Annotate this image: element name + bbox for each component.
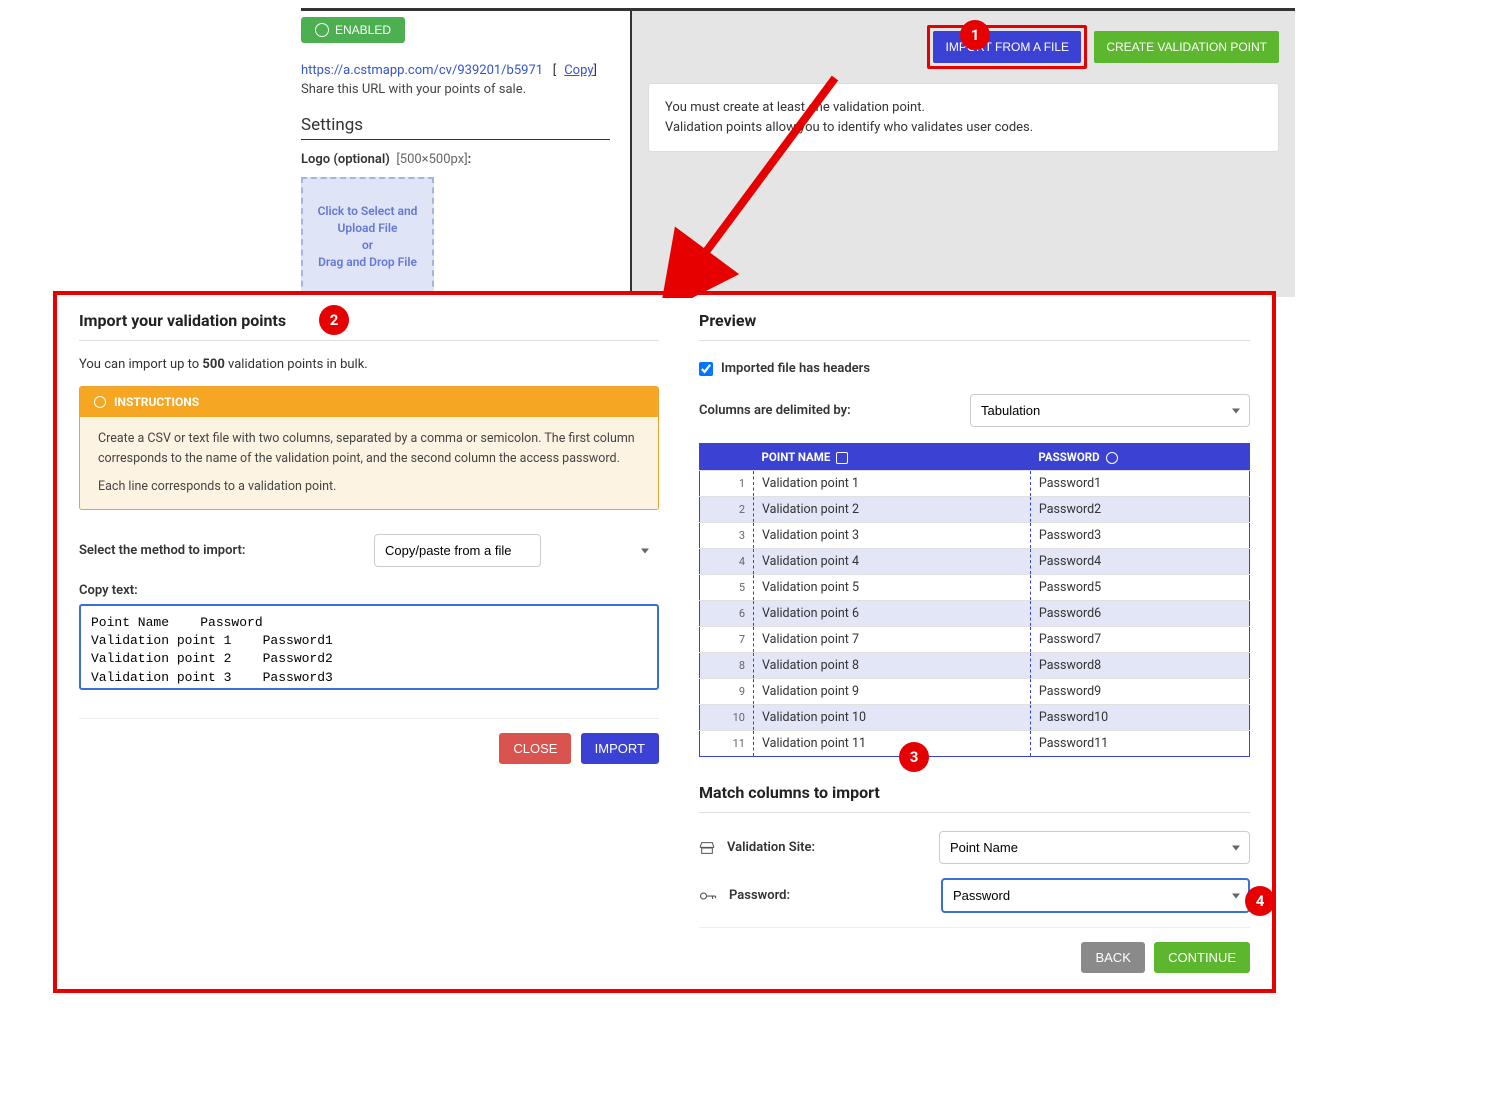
import-textarea[interactable] <box>79 604 659 690</box>
validation-site-label: Validation Site: <box>727 840 927 855</box>
step-badge-3: 3 <box>899 742 929 772</box>
logo-label: Logo (optional) [500×500px]: <box>301 152 610 167</box>
import-title: Import your validation points <box>79 311 659 341</box>
bulb-icon <box>94 396 106 408</box>
headers-label: Imported file has headers <box>721 361 870 376</box>
preview-title: Preview <box>699 311 1250 341</box>
bulk-text: You can import up to 500 validation poin… <box>79 357 659 372</box>
shop-icon <box>699 841 715 855</box>
share-url[interactable]: https://a.cstmapp.com/cv/939201/b5971 <box>301 63 543 78</box>
copy-text-label: Copy text: <box>79 583 659 598</box>
continue-button[interactable]: CONTINUE <box>1154 942 1250 973</box>
table-row: 3Validation point 3Password3 <box>700 523 1250 549</box>
table-row: 10Validation point 10Password10 <box>700 705 1250 731</box>
table-row: 5Validation point 5Password5 <box>700 575 1250 601</box>
import-modal: Import your validation points You can im… <box>53 291 1276 993</box>
settings-heading: Settings <box>301 115 610 140</box>
method-label: Select the method to import: <box>79 543 245 558</box>
copy-url-link[interactable]: Copy <box>564 63 593 78</box>
password-select[interactable]: Password <box>941 878 1250 913</box>
step-badge-1: 1 <box>960 20 990 50</box>
instructions-heading: INSTRUCTIONS <box>114 395 199 409</box>
share-hint: Share this URL with your points of sale. <box>301 82 610 97</box>
table-row: 2Validation point 2Password2 <box>700 497 1250 523</box>
close-button[interactable]: CLOSE <box>499 733 571 764</box>
dropzone-text: Click to Select and Upload File or Drag … <box>313 203 422 270</box>
logo-dropzone[interactable]: Click to Select and Upload File or Drag … <box>301 177 434 297</box>
col-point-name: POINT NAME <box>754 444 1031 471</box>
import-button[interactable]: IMPORT <box>581 733 659 764</box>
eye-icon <box>315 23 329 37</box>
table-row: 7Validation point 7Password7 <box>700 627 1250 653</box>
back-button[interactable]: BACK <box>1081 942 1144 973</box>
table-row: 1Validation point 1Password1 <box>700 471 1250 497</box>
delimiter-select[interactable]: Tabulation <box>970 394 1250 427</box>
match-title: Match columns to import <box>699 783 1250 813</box>
key-icon <box>699 889 717 903</box>
create-validation-point-button[interactable]: CREATE VALIDATION POINT <box>1094 31 1279 63</box>
import-from-file-button[interactable]: IMPORT FROM A FILE <box>933 31 1081 63</box>
headers-checkbox[interactable] <box>699 362 713 376</box>
method-select[interactable]: Copy/paste from a file <box>374 534 541 567</box>
preview-table: POINT NAME PASSWORD 1Validation point 1P… <box>699 443 1250 757</box>
enabled-label: ENABLED <box>335 23 391 37</box>
instructions-box: INSTRUCTIONS Create a CSV or text file w… <box>79 386 659 510</box>
shop-icon <box>836 452 848 464</box>
delimiter-label: Columns are delimited by: <box>699 403 851 418</box>
key-icon <box>1106 452 1118 464</box>
table-row: 9Validation point 9Password9 <box>700 679 1250 705</box>
table-row: 6Validation point 6Password6 <box>700 601 1250 627</box>
step-badge-4: 4 <box>1245 886 1275 916</box>
col-password: PASSWORD <box>1030 444 1249 471</box>
table-row: 4Validation point 4Password4 <box>700 549 1250 575</box>
step-badge-2: 2 <box>319 305 349 335</box>
table-row: 11Validation point 11Password11 <box>700 731 1250 757</box>
password-label: Password: <box>729 888 929 903</box>
table-row: 8Validation point 8Password8 <box>700 653 1250 679</box>
enabled-toggle[interactable]: ENABLED <box>301 17 405 43</box>
validation-site-select[interactable]: Point Name <box>939 831 1250 864</box>
validation-info-box: You must create at least one validation … <box>648 83 1279 152</box>
